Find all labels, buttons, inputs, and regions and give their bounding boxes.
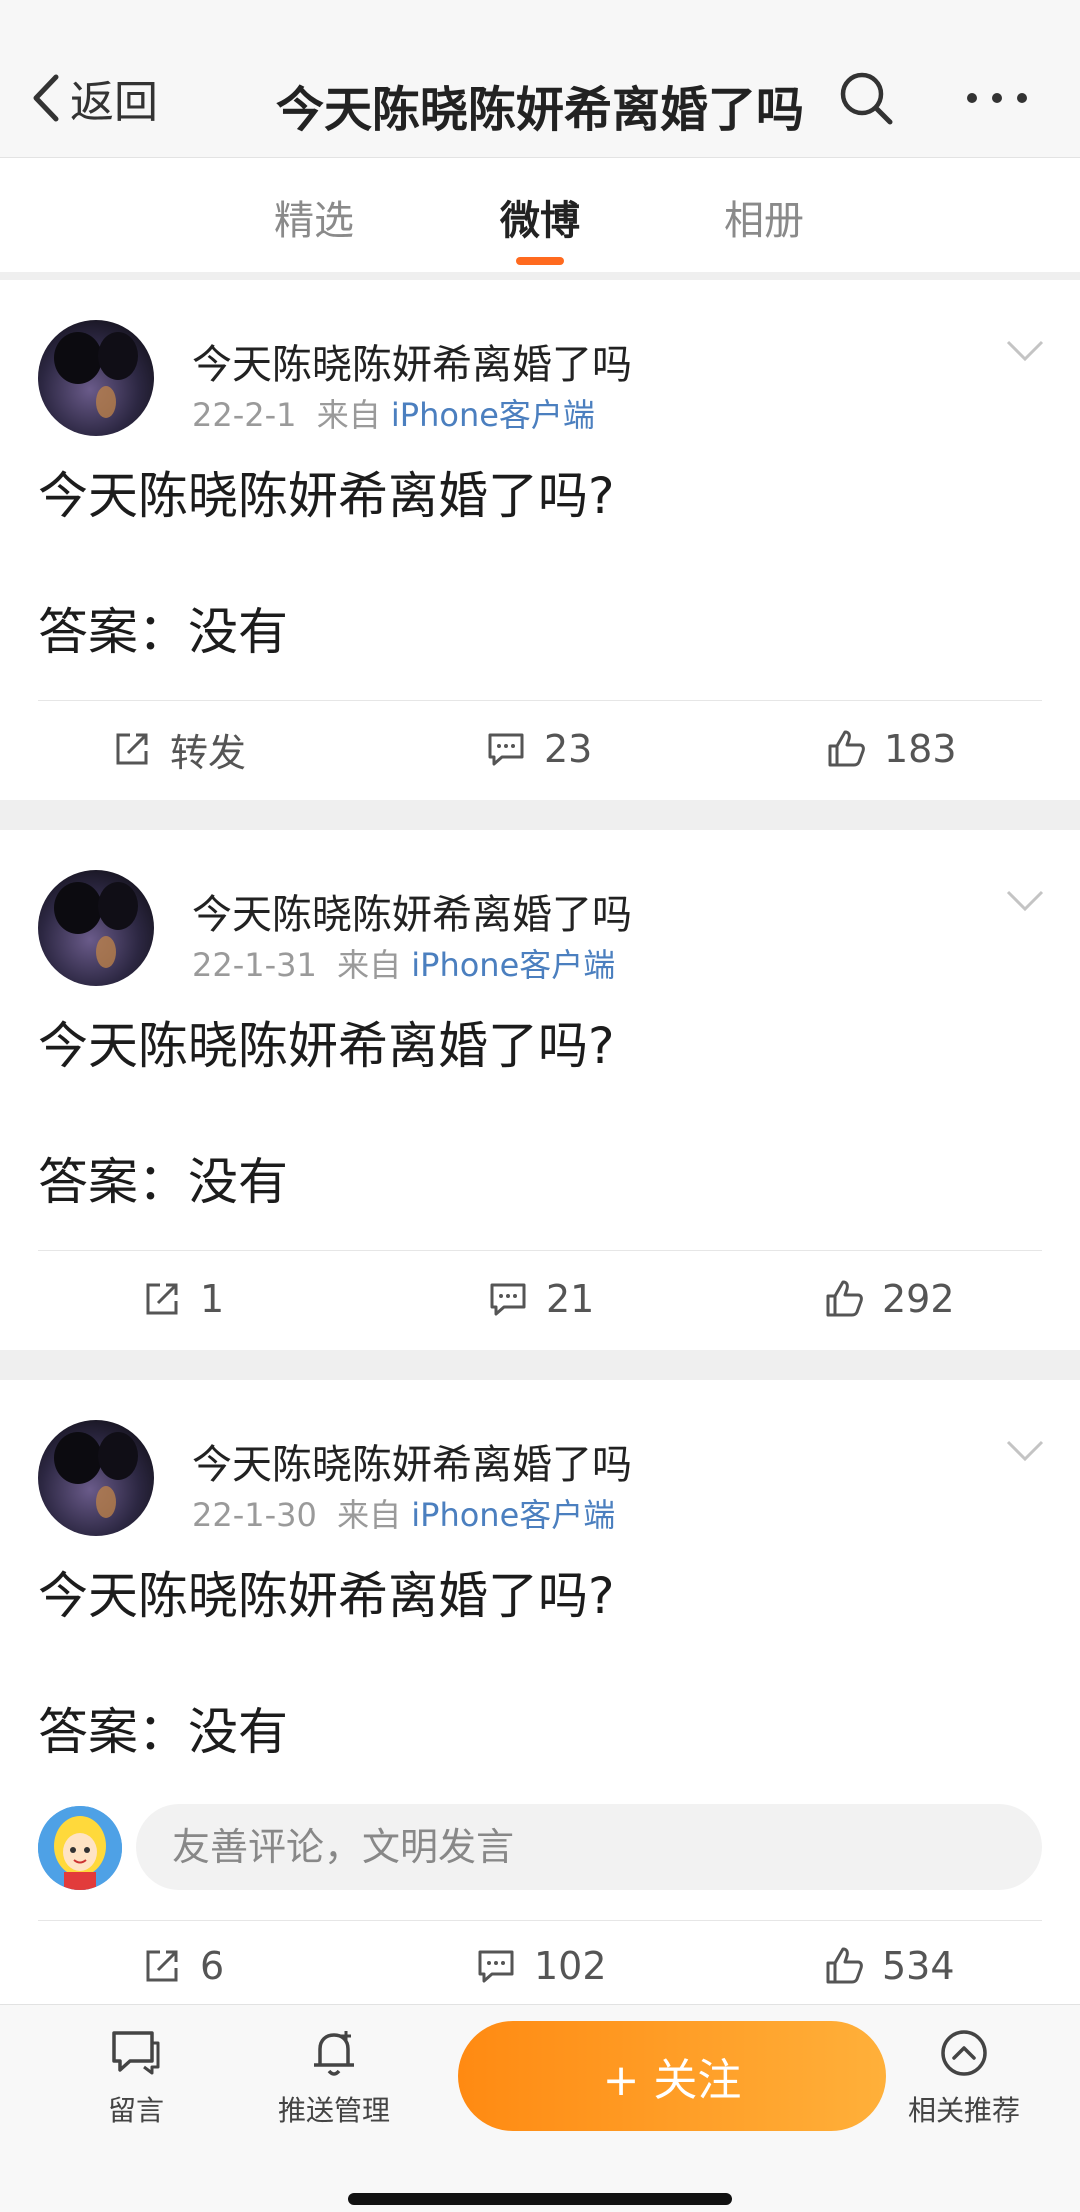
tab-featured[interactable]: 精选	[274, 188, 354, 246]
post-date: 22-2-1	[192, 396, 297, 434]
divider	[38, 700, 1042, 701]
avatar[interactable]	[38, 1420, 154, 1536]
message-label: 留言	[107, 2094, 164, 2127]
like-count: 534	[882, 1944, 955, 1988]
comment-icon	[478, 1950, 514, 1983]
chevron-down-icon[interactable]	[1005, 1438, 1045, 1464]
chevron-up-circle-icon	[941, 2030, 987, 2076]
comment-icon	[488, 733, 524, 766]
top-nav-bar: 返回 今天陈晓陈妍希离婚了吗	[0, 0, 1080, 158]
post-author[interactable]: 今天陈晓陈妍希离婚了吗	[192, 1432, 632, 1490]
like-count: 183	[884, 727, 957, 771]
repost-icon	[146, 1950, 178, 1982]
comment-button[interactable]: 102	[476, 1936, 607, 1996]
thumbs-up-icon	[826, 1280, 863, 1317]
page-title: 今天陈晓陈妍希离婚了吗	[275, 82, 804, 138]
thumbs-up-icon	[826, 1947, 863, 1984]
active-tab-indicator	[516, 257, 564, 265]
avatar[interactable]	[38, 870, 154, 986]
repost-count: 1	[200, 1277, 225, 1321]
source-prefix: 来自	[337, 1496, 402, 1534]
post-card[interactable]: 今天陈晓陈妍希离婚了吗 22-1-31 来自 iPhone客户端 今天陈晓陈妍希…	[0, 830, 1080, 1350]
post-text-line: 答案：没有	[38, 1153, 288, 1211]
post-source-link[interactable]: iPhone客户端	[411, 946, 615, 984]
avatar[interactable]	[38, 320, 154, 436]
post-author[interactable]: 今天陈晓陈妍希离婚了吗	[192, 332, 632, 390]
tab-bar: 精选 微博 相册	[0, 158, 1080, 272]
post-card[interactable]: 今天陈晓陈妍希离婚了吗 22-1-30 来自 iPhone客户端 今天陈晓陈妍希…	[0, 1380, 1080, 2004]
repost-button[interactable]: 6	[142, 1936, 224, 1996]
repost-icon	[116, 733, 148, 765]
post-text-line: 答案：没有	[38, 603, 288, 661]
post-source-link[interactable]: iPhone客户端	[391, 396, 595, 434]
related-button[interactable]: 相关推荐	[884, 2027, 1044, 2129]
tab-album[interactable]: 相册	[724, 188, 804, 246]
related-label: 相关推荐	[907, 2094, 1020, 2127]
card-gap	[0, 800, 1080, 830]
home-indicator	[348, 2193, 732, 2205]
post-text-line: 今天陈晓陈妍希离婚了吗?	[38, 1017, 615, 1075]
post-date: 22-1-31	[192, 946, 317, 984]
repost-button[interactable]: 1	[142, 1269, 224, 1329]
bell-icon	[314, 2031, 354, 2076]
tab-weibo[interactable]: 微博	[500, 188, 580, 246]
push-settings-label: 推送管理	[277, 2094, 390, 2127]
card-gap	[0, 1350, 1080, 1380]
source-prefix: 来自	[316, 396, 381, 434]
post-author[interactable]: 今天陈晓陈妍希离婚了吗	[192, 882, 632, 940]
push-settings-button[interactable]: 推送管理	[254, 2027, 414, 2129]
post-source-link[interactable]: iPhone客户端	[411, 1496, 615, 1534]
repost-icon	[146, 1283, 178, 1315]
comment-count: 23	[544, 727, 593, 771]
repost-count: 转发	[170, 730, 247, 775]
post-card[interactable]: 今天陈晓陈妍希离婚了吗 22-2-1 来自 iPhone客户端 今天陈晓陈妍希离…	[0, 280, 1080, 800]
post-meta: 22-2-1 来自 iPhone客户端	[192, 390, 595, 436]
post-text-line: 今天陈晓陈妍希离婚了吗?	[38, 1567, 615, 1625]
search-icon[interactable]	[836, 68, 896, 128]
post-text-line: 答案：没有	[38, 1703, 288, 1761]
bottom-toolbar: 留言 推送管理 + 关注 相关推荐	[0, 2004, 1080, 2212]
post-date: 22-1-30	[192, 1496, 317, 1534]
comment-button[interactable]: 23	[486, 719, 592, 779]
like-button[interactable]: 534	[824, 1936, 955, 1996]
divider	[38, 1920, 1042, 1921]
message-button[interactable]: 留言	[56, 2027, 216, 2129]
comment-button[interactable]: 21	[488, 1269, 594, 1329]
source-prefix: 来自	[337, 946, 402, 984]
user-avatar[interactable]	[38, 1806, 122, 1890]
more-options-icon[interactable]	[962, 80, 1032, 116]
post-text-line: 今天陈晓陈妍希离婚了吗?	[38, 467, 615, 525]
like-button[interactable]: 183	[826, 719, 957, 779]
repost-count: 6	[200, 1944, 225, 1988]
chevron-down-icon[interactable]	[1005, 338, 1045, 364]
like-button[interactable]: 292	[824, 1269, 955, 1329]
follow-button[interactable]: + 关注	[458, 2021, 886, 2131]
comment-input[interactable]: 友善评论，文明发言	[136, 1804, 1042, 1890]
repost-button[interactable]: 转发	[112, 719, 246, 779]
thumbs-up-icon	[828, 730, 865, 767]
section-divider	[0, 272, 1080, 280]
comment-count: 102	[534, 1944, 607, 1988]
post-meta: 22-1-31 来自 iPhone客户端	[192, 940, 615, 986]
comment-icon	[490, 1283, 526, 1316]
like-count: 292	[882, 1277, 955, 1321]
post-meta: 22-1-30 来自 iPhone客户端	[192, 1490, 615, 1536]
message-icon	[112, 2031, 160, 2075]
chevron-down-icon[interactable]	[1005, 888, 1045, 914]
divider	[38, 1250, 1042, 1251]
comment-count: 21	[546, 1277, 595, 1321]
